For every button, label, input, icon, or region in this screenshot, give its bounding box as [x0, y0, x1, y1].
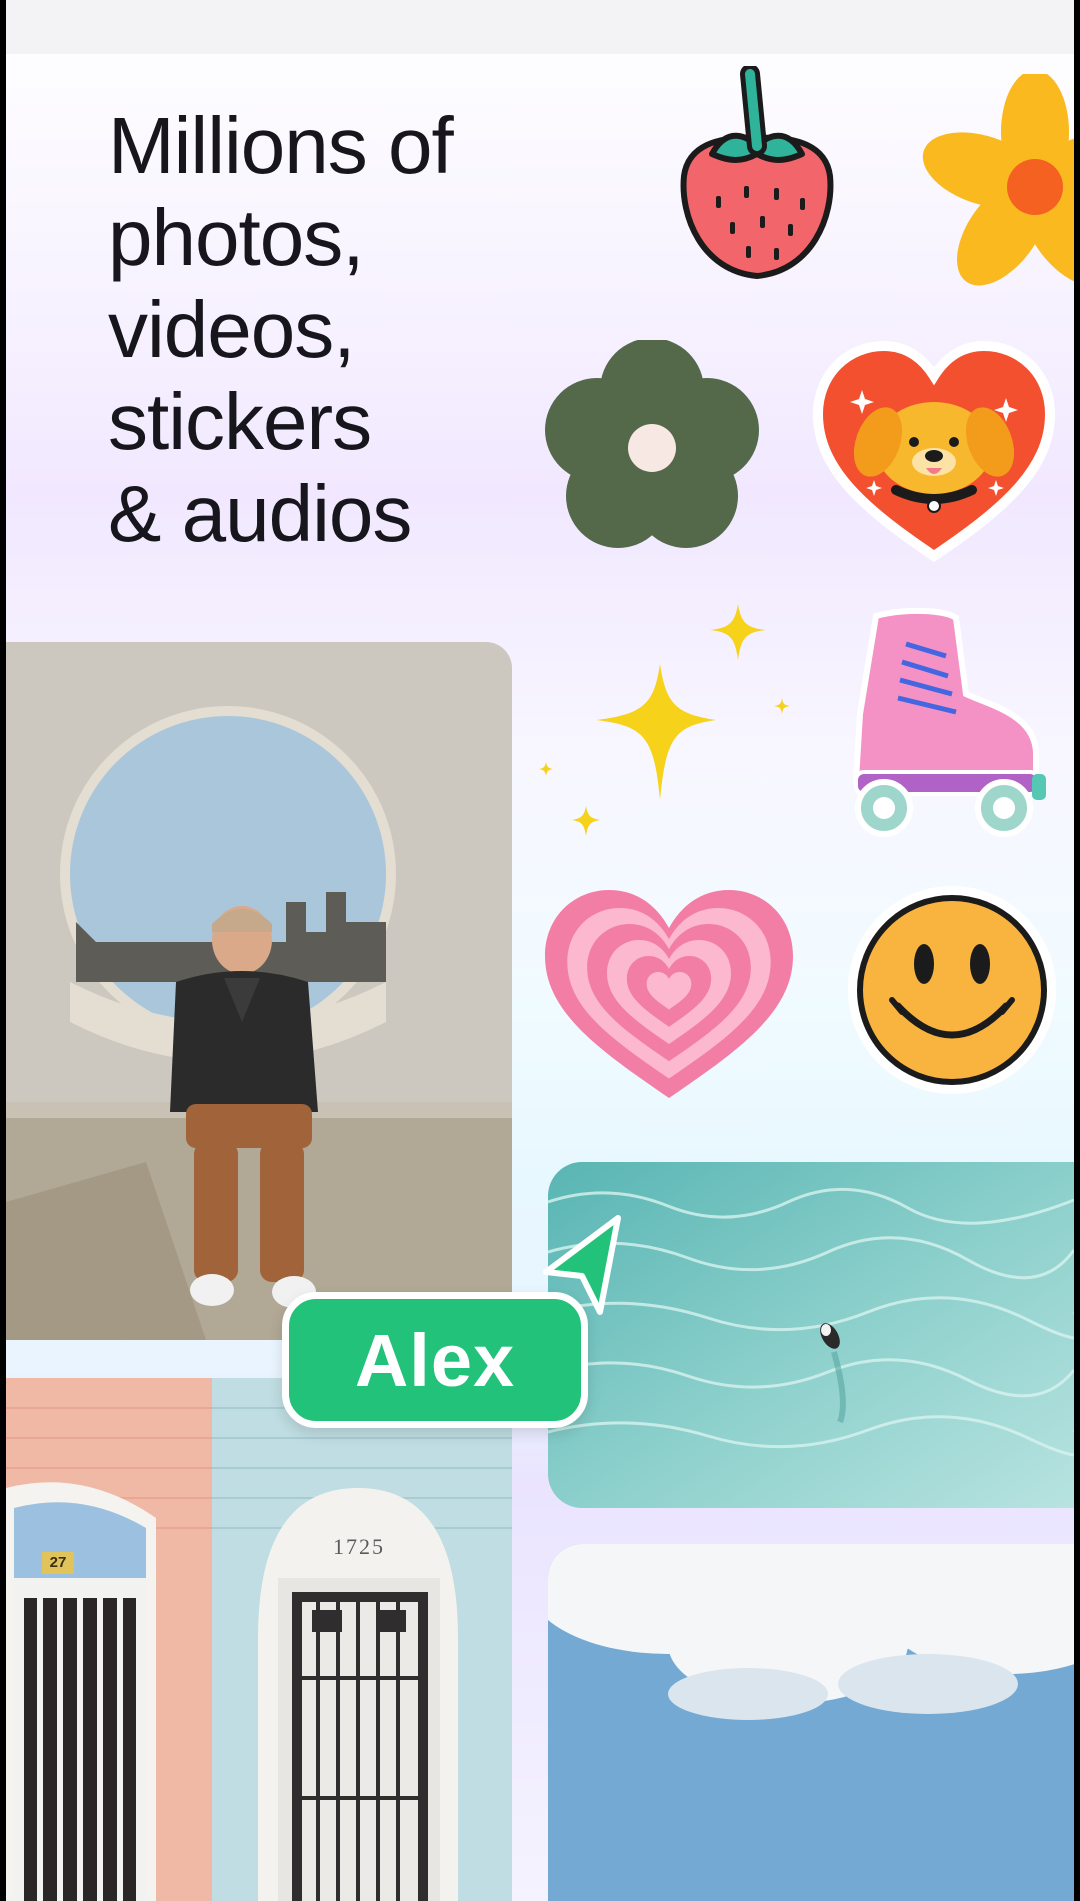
- pink-heart-icon: [538, 870, 800, 1110]
- headline-line: stickers: [108, 377, 372, 466]
- collaborator-name-tag: Alex: [282, 1292, 588, 1428]
- status-bar: [6, 0, 1074, 54]
- sparkle-stars-icon: [526, 604, 796, 844]
- green-flower-icon: [534, 338, 770, 566]
- dog-heart-icon: [806, 330, 1062, 570]
- headline-line: & audios: [108, 469, 412, 558]
- smiley-face-icon: [842, 880, 1062, 1100]
- strawberry-icon: [672, 64, 842, 286]
- headline-line: photos,: [108, 193, 364, 282]
- house-number: 1725: [333, 1534, 385, 1559]
- headline-line: Millions of: [108, 101, 454, 190]
- orange-flower-icon: [920, 74, 1074, 300]
- headline: Millions of photos, videos, stickers & a…: [108, 100, 578, 560]
- roller-skate-icon: [836, 604, 1050, 840]
- man-sitting-photo: [6, 642, 512, 1340]
- unit-number: 27: [49, 1554, 67, 1571]
- headline-line: videos,: [108, 285, 355, 374]
- promo-screen: Millions of photos, videos, stickers & a…: [6, 0, 1074, 1901]
- building-doors-photo: 1725 27: [6, 1378, 512, 1901]
- sky-clouds-photo: [548, 1544, 1074, 1901]
